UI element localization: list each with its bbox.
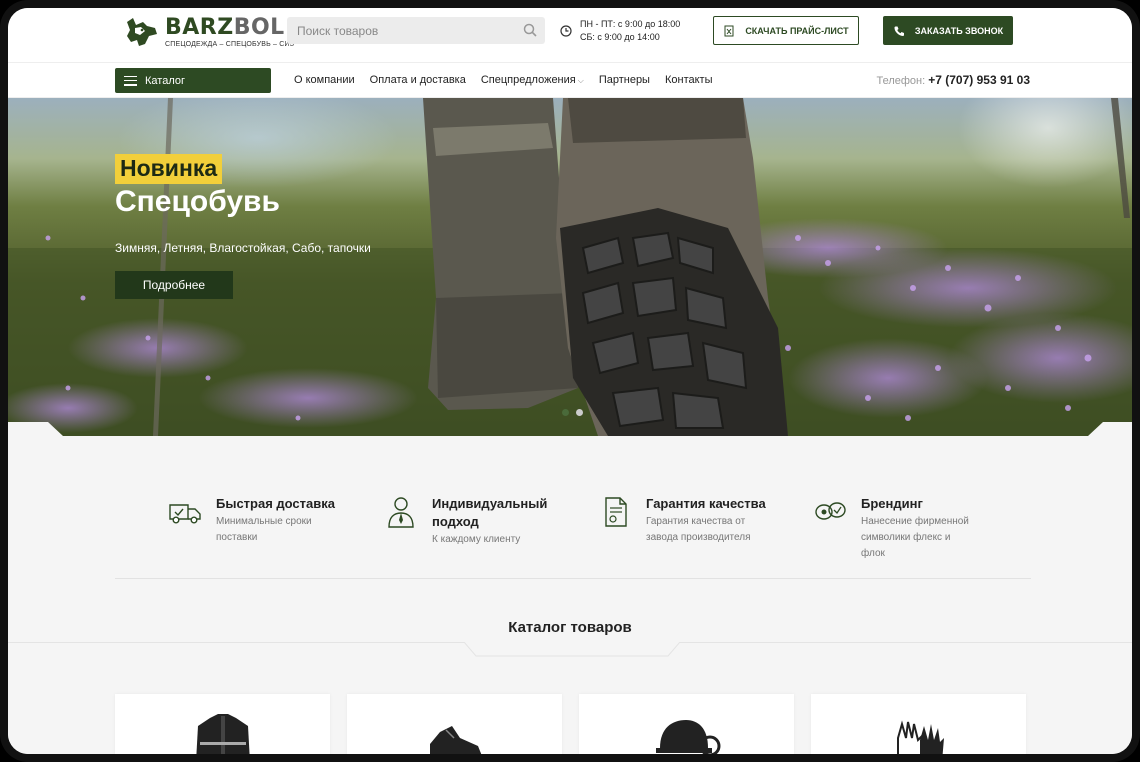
browser-viewport: BARZBOL СПЕЦОДЕЖДА – СПЕЦОБУВЬ – СИЗ ПН … bbox=[8, 8, 1132, 754]
top-header: BARZBOL СПЕЦОДЕЖДА – СПЕЦОБУВЬ – СИЗ ПН … bbox=[8, 8, 1132, 64]
feature-title: Быстрая доставка bbox=[216, 496, 335, 511]
feature-desc-line: завода производителя bbox=[646, 532, 751, 543]
husky-logo-icon bbox=[127, 18, 157, 46]
catalog-card-footwear[interactable] bbox=[347, 694, 562, 754]
main-navbar: Каталог О компании Оплата и доставка Спе… bbox=[8, 62, 1132, 98]
hero-bottom-edge bbox=[8, 422, 1132, 438]
feature-title: Брендинг bbox=[861, 496, 923, 511]
gloves-icon bbox=[896, 720, 944, 754]
logo-wordmark: BARZBOL bbox=[165, 14, 285, 40]
order-call-label: ЗАКАЗАТЬ ЗВОНОК bbox=[914, 25, 1004, 36]
delivery-truck-icon bbox=[169, 504, 201, 524]
phone-label: Телефон: bbox=[876, 75, 926, 87]
feature-desc-line: флок bbox=[861, 548, 885, 559]
person-icon bbox=[388, 497, 414, 528]
feature-branding: Брендинг Нанесение фирменной символики ф… bbox=[813, 495, 969, 561]
search-icon[interactable] bbox=[523, 23, 537, 37]
feature-title: Гарантия качества bbox=[646, 496, 766, 511]
hero-subtitle: Зимняя, Летняя, Влагостойкая, Сабо, тапо… bbox=[115, 241, 371, 255]
site-logo[interactable]: BARZBOL СПЕЦОДЕЖДА – СПЕЦОБУВЬ – СИЗ bbox=[123, 16, 294, 48]
device-frame: BARZBOL СПЕЦОДЕЖДА – СПЕЦОБУВЬ – СИЗ ПН … bbox=[0, 0, 1140, 762]
catalog-title: Каталог товаров bbox=[508, 619, 632, 636]
header-phone: Телефон: +7 (707) 953 91 03 bbox=[876, 73, 1030, 87]
download-price-list-label: СКАЧАТЬ ПРАЙС-ЛИСТ bbox=[745, 25, 849, 36]
feature-individual-approach: Индивидуальный подход К каждому клиенту bbox=[384, 495, 547, 547]
nav-link-contacts[interactable]: Контакты bbox=[665, 74, 713, 86]
feature-desc-line: символики флекс и bbox=[861, 532, 951, 543]
phone-icon bbox=[894, 26, 904, 36]
feature-desc-line: поставки bbox=[216, 532, 258, 543]
feature-quality-guarantee: Гарантия качества Гарантия качества от з… bbox=[598, 495, 766, 545]
feature-title: Индивидуальный bbox=[432, 496, 548, 511]
order-call-button[interactable]: ЗАКАЗАТЬ ЗВОНОК bbox=[883, 16, 1013, 45]
logo-tagline: СПЕЦОДЕЖДА – СПЕЦОБУВЬ – СИЗ bbox=[165, 40, 295, 48]
nav-link-special-offers-label: Спецпредложения bbox=[480, 74, 576, 86]
certificate-icon bbox=[605, 497, 627, 527]
working-hours: ПН - ПТ: с 9:00 до 18:00 СБ: с 9:00 до 1… bbox=[560, 18, 680, 44]
chevron-down-icon: ⌵ bbox=[577, 76, 584, 85]
branding-icon bbox=[815, 502, 846, 520]
clock-icon bbox=[560, 25, 572, 37]
feature-desc-line: Нанесение фирменной bbox=[861, 516, 969, 527]
helmet-icon bbox=[655, 720, 720, 754]
hero-badge: Новинка bbox=[115, 154, 223, 184]
phone-number[interactable]: +7 (707) 953 91 03 bbox=[928, 73, 1030, 87]
download-price-list-button[interactable]: СКАЧАТЬ ПРАЙС-ЛИСТ bbox=[713, 16, 859, 45]
nav-link-delivery[interactable]: Оплата и доставка bbox=[370, 74, 466, 86]
nav-link-special-offers[interactable]: Спецпредложения ⌵ bbox=[481, 74, 584, 86]
feature-desc-line: Гарантия качества от bbox=[646, 516, 746, 527]
feature-fast-delivery: Быстрая доставка Минимальные сроки поста… bbox=[168, 495, 335, 545]
slider-dots bbox=[562, 409, 583, 416]
hours-saturday: СБ: с 9:00 до 14:00 bbox=[580, 32, 660, 42]
feature-desc-line: К каждому клиенту bbox=[432, 534, 521, 545]
excel-file-icon bbox=[724, 25, 734, 36]
slider-dot-2[interactable] bbox=[576, 409, 583, 416]
menu-icon bbox=[124, 75, 137, 86]
boot-icon bbox=[429, 726, 481, 754]
catalog-menu-label: Каталог bbox=[145, 74, 185, 87]
feature-desc-line: Минимальные сроки bbox=[216, 516, 312, 527]
hero-more-button[interactable]: Подробнее bbox=[115, 271, 233, 299]
catalog-card-ppe[interactable] bbox=[579, 694, 794, 754]
search-box bbox=[287, 17, 545, 44]
nav-link-about[interactable]: О компании bbox=[294, 74, 355, 86]
hero-slider: Новинка Спецобувь Зимняя, Летняя, Влагос… bbox=[8, 98, 1132, 436]
slider-dot-1[interactable] bbox=[562, 409, 569, 416]
catalog-card-gloves[interactable] bbox=[811, 694, 1026, 754]
nav-link-partners[interactable]: Партнеры bbox=[599, 74, 650, 86]
hero-title: Спецобувь bbox=[115, 185, 280, 218]
catalog-card-clothing[interactable] bbox=[115, 694, 330, 754]
catalog-menu-button[interactable]: Каталог bbox=[115, 68, 271, 93]
section-divider bbox=[115, 578, 1031, 579]
nav-links: О компании Оплата и доставка Спецпредлож… bbox=[294, 63, 712, 97]
catalog-divider-notch bbox=[464, 642, 680, 657]
jacket-icon bbox=[195, 714, 250, 754]
feature-title: подход bbox=[432, 514, 479, 529]
hero-content: Новинка Спецобувь Зимняя, Летняя, Влагос… bbox=[115, 154, 371, 299]
hours-weekdays: ПН - ПТ: с 9:00 до 18:00 bbox=[580, 19, 681, 29]
search-input[interactable] bbox=[287, 17, 545, 44]
